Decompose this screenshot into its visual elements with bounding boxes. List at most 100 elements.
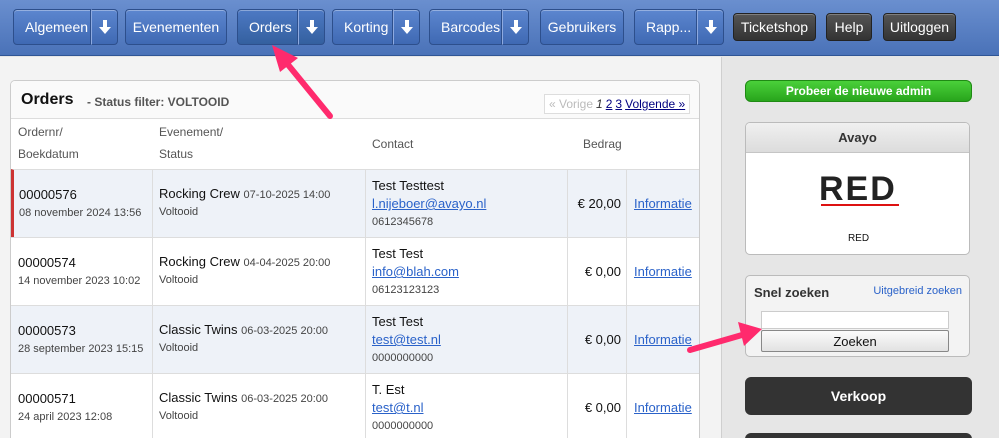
arrow-down-icon bbox=[509, 20, 522, 34]
event-title: Classic Twins bbox=[159, 390, 238, 405]
column-header-event-line2: Status bbox=[159, 147, 194, 161]
order-status: Voltooid bbox=[159, 342, 199, 354]
pager-next[interactable]: Volgende » bbox=[625, 97, 685, 111]
arrow-down-icon bbox=[305, 20, 318, 34]
shop-logo-text: RED bbox=[819, 173, 897, 208]
order-amount: € 0,00 bbox=[584, 400, 621, 415]
table-row[interactable]: 00000576 08 november 2024 13:56 Rocking … bbox=[11, 169, 699, 238]
order-number: 00000574 bbox=[18, 255, 76, 270]
column-header-order-line1: Ordernr/ bbox=[18, 125, 63, 139]
column-header-event: Evenement/ Status bbox=[159, 121, 223, 165]
info-link[interactable]: Informatie bbox=[634, 332, 692, 347]
arrow-down-icon bbox=[704, 20, 717, 34]
order-amount: € 20,00 bbox=[577, 196, 621, 211]
order-amount: € 0,00 bbox=[584, 264, 621, 279]
orders-panel-header: Orders - Status filter: VOLTOOID « Vorig… bbox=[11, 81, 699, 119]
contact-name: Test Test bbox=[372, 246, 424, 261]
event-title: Classic Twins bbox=[159, 322, 238, 337]
order-date: 24 april 2023 12:08 bbox=[18, 411, 113, 423]
event-title: Rocking Crew bbox=[159, 254, 240, 269]
order-number: 00000571 bbox=[18, 391, 76, 406]
contact-phone: 0000000000 bbox=[372, 420, 434, 432]
search-button[interactable]: Zoeken bbox=[761, 330, 949, 352]
order-status: Voltooid bbox=[159, 274, 199, 286]
search-input[interactable] bbox=[761, 311, 949, 329]
order-status: Voltooid bbox=[159, 410, 199, 422]
nav-rapportages-button[interactable]: Rapp... bbox=[634, 9, 697, 45]
event-date: 06-03-2025 20:00 bbox=[241, 325, 328, 337]
event-name: Rocking Crew 07-10-2025 14:00 bbox=[159, 186, 330, 201]
nav-korting: Korting bbox=[332, 9, 420, 45]
pager-page-3[interactable]: 3 bbox=[615, 97, 622, 111]
page-title: Orders bbox=[21, 91, 74, 108]
shop-box: Avayo RED RED bbox=[745, 122, 970, 255]
orders-panel: Orders - Status filter: VOLTOOID « Vorig… bbox=[10, 80, 700, 438]
order-status: Voltooid bbox=[159, 206, 199, 218]
column-header-amount: Bedrag bbox=[583, 137, 622, 151]
nav-gebruikers: Gebruikers bbox=[540, 9, 624, 45]
contact-email-link[interactable]: test@test.nl bbox=[372, 332, 441, 347]
contact-name: Test Test bbox=[372, 314, 424, 329]
column-header-order: Ordernr/ Boekdatum bbox=[18, 121, 79, 165]
contact-email-link[interactable]: info@blah.com bbox=[372, 264, 459, 279]
contact-email-link[interactable]: test@t.nl bbox=[372, 400, 424, 415]
table-row[interactable]: 00000571 24 april 2023 12:08 Classic Twi… bbox=[11, 373, 699, 438]
column-header-contact: Contact bbox=[372, 137, 414, 151]
help-button[interactable]: Help bbox=[826, 13, 872, 41]
try-new-admin-button[interactable]: Probeer de nieuwe admin bbox=[745, 80, 972, 102]
info-link[interactable]: Informatie bbox=[634, 264, 692, 279]
pager-page-2[interactable]: 2 bbox=[606, 97, 613, 111]
event-name: Classic Twins 06-03-2025 20:00 bbox=[159, 322, 328, 337]
nav-algemeen: Algemeen bbox=[13, 9, 118, 45]
nav-orders-button[interactable]: Orders bbox=[237, 9, 298, 45]
nav-orders: Orders bbox=[237, 9, 325, 45]
order-number: 00000576 bbox=[19, 187, 77, 202]
order-number: 00000573 bbox=[18, 323, 76, 338]
contact-phone: 06123123123 bbox=[372, 284, 440, 296]
event-date: 04-04-2025 20:00 bbox=[243, 257, 331, 269]
contact-phone: 0612345678 bbox=[372, 216, 434, 228]
nav-korting-button[interactable]: Korting bbox=[332, 9, 393, 45]
pager-prev: « Vorige bbox=[549, 97, 594, 111]
contact-email-link[interactable]: l.nijeboer@avayo.nl bbox=[372, 196, 486, 211]
event-date: 06-03-2025 20:00 bbox=[241, 393, 328, 405]
event-title: Rocking Crew bbox=[159, 186, 240, 201]
ticketshop-button[interactable]: Ticketshop bbox=[733, 13, 816, 41]
nav-orders-dropdown[interactable] bbox=[298, 9, 325, 45]
verkoop-button[interactable]: Verkoop bbox=[745, 377, 972, 415]
nav-korting-dropdown[interactable] bbox=[393, 9, 420, 45]
logout-button[interactable]: Uitloggen bbox=[883, 13, 956, 41]
table-row[interactable]: 00000573 28 september 2023 15:15 Classic… bbox=[11, 305, 699, 374]
nav-algemeen-dropdown[interactable] bbox=[91, 9, 118, 45]
arrow-down-icon bbox=[98, 20, 111, 34]
event-name: Classic Twins 06-03-2025 20:00 bbox=[159, 390, 328, 405]
column-header-order-line2: Boekdatum bbox=[18, 147, 79, 161]
sidebar-button-partial[interactable] bbox=[745, 433, 972, 438]
nav-evenementen-button[interactable]: Evenementen bbox=[125, 9, 227, 45]
nav-gebruikers-button[interactable]: Gebruikers bbox=[540, 9, 624, 45]
column-header-event-line1: Evenement/ bbox=[159, 125, 224, 139]
order-amount: € 0,00 bbox=[584, 332, 621, 347]
shop-title: Avayo bbox=[746, 123, 969, 153]
table-row[interactable]: 00000574 14 november 2023 10:02 Rocking … bbox=[11, 237, 699, 306]
nav-rapportages-dropdown[interactable] bbox=[697, 9, 724, 45]
top-navigation-bar: Algemeen Evenementen Orders Korting Barc… bbox=[0, 0, 999, 56]
advanced-search-link[interactable]: Uitgebreid zoeken bbox=[873, 285, 962, 297]
order-date: 14 november 2023 10:02 bbox=[18, 275, 141, 287]
quick-search-box: Snel zoeken Uitgebreid zoeken Zoeken bbox=[745, 275, 970, 357]
nav-barcodes: Barcodes bbox=[429, 9, 529, 45]
event-date: 07-10-2025 14:00 bbox=[243, 189, 331, 201]
nav-evenementen: Evenementen bbox=[125, 9, 227, 45]
info-link[interactable]: Informatie bbox=[634, 196, 692, 211]
status-filter-label: - Status filter: VOLTOOID bbox=[87, 95, 230, 109]
quick-search-title: Snel zoeken bbox=[754, 285, 830, 300]
order-date: 08 november 2024 13:56 bbox=[19, 207, 142, 219]
nav-algemeen-button[interactable]: Algemeen bbox=[13, 9, 91, 45]
contact-name: Test Testtest bbox=[372, 178, 445, 193]
info-link[interactable]: Informatie bbox=[634, 400, 692, 415]
pager-current: 1 bbox=[596, 97, 603, 111]
contact-name: T. Est bbox=[372, 382, 405, 397]
nav-barcodes-button[interactable]: Barcodes bbox=[429, 9, 502, 45]
nav-barcodes-dropdown[interactable] bbox=[502, 9, 529, 45]
event-name: Rocking Crew 04-04-2025 20:00 bbox=[159, 254, 330, 269]
